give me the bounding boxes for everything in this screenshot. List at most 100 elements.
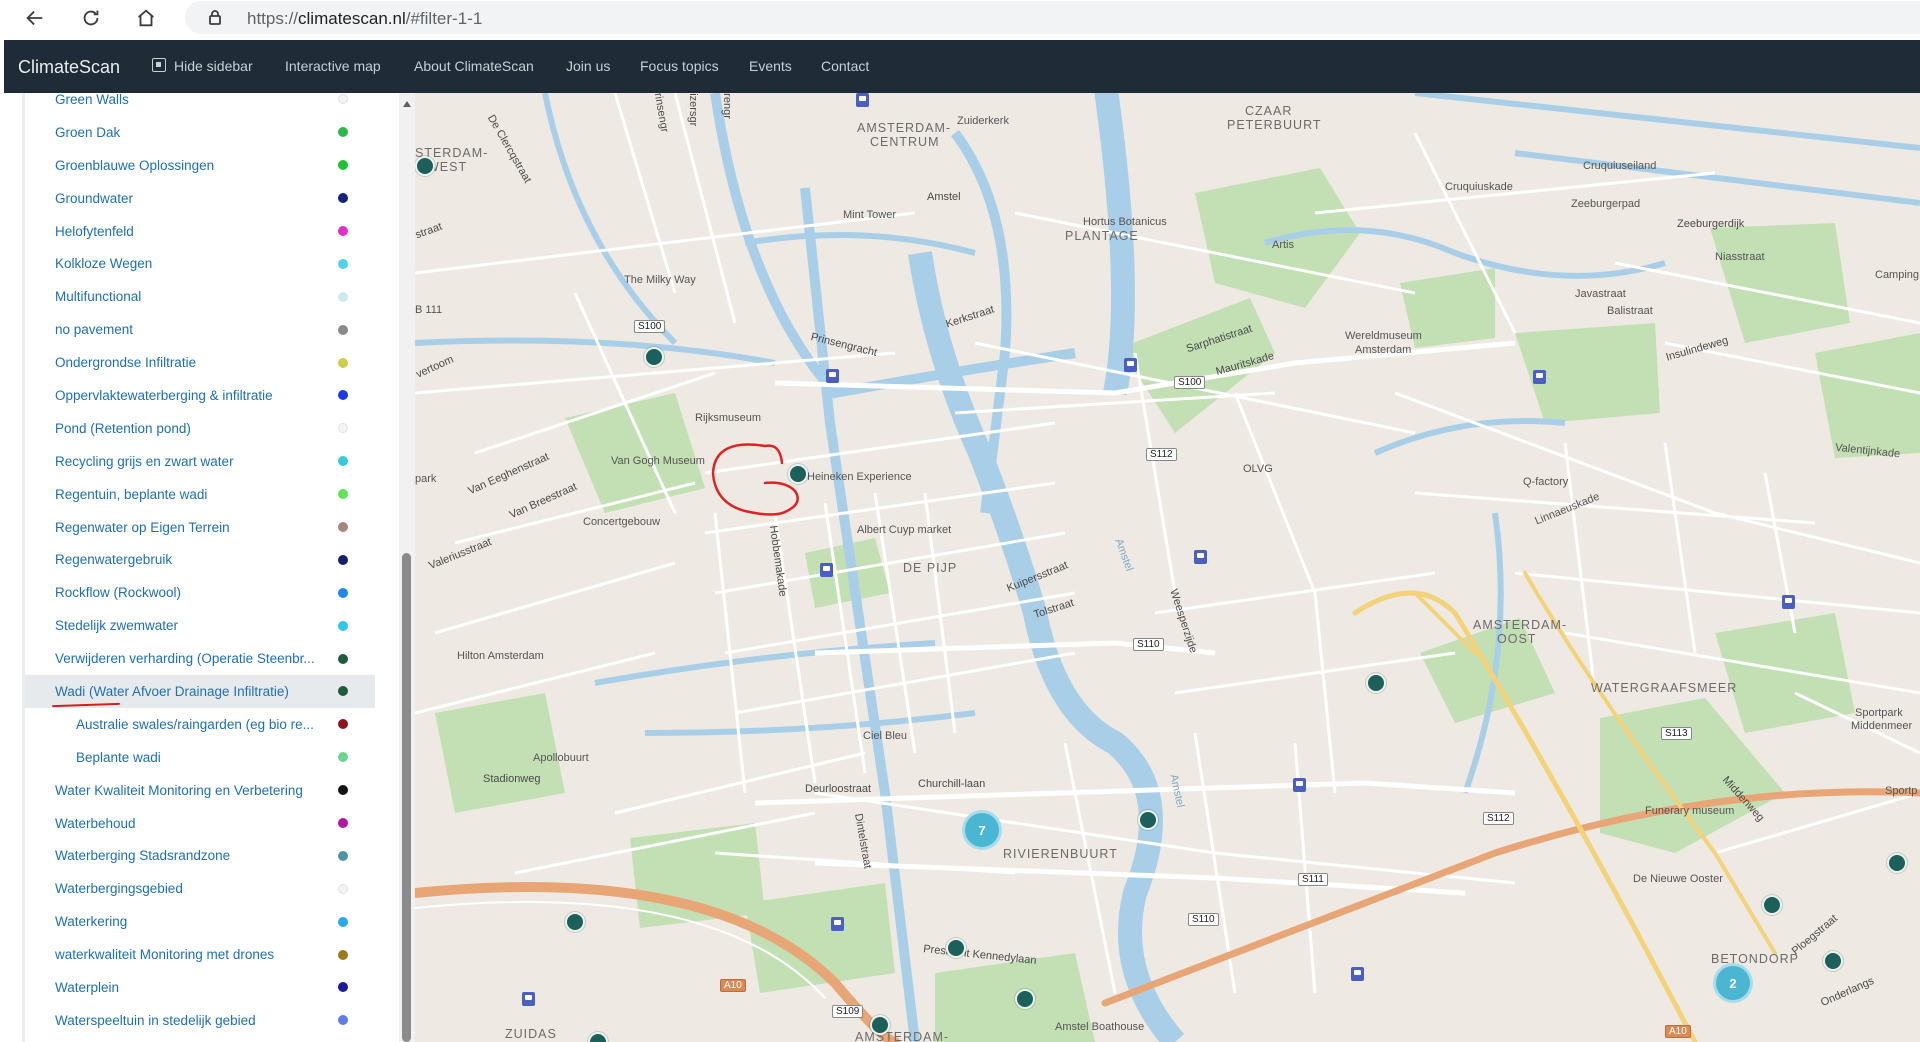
filter-item[interactable]: Ondergrondse Infiltratie: [25, 346, 375, 379]
filter-subitem[interactable]: Beplante wadi: [25, 741, 375, 774]
label-apollobuurt: Apollobuurt: [533, 752, 589, 764]
filter-item[interactable]: Multifunctional: [25, 280, 375, 313]
filter-item[interactable]: Regentuin, beplante wadi: [25, 478, 375, 511]
category-color-dot: [338, 653, 348, 664]
road-s112-b: S112: [1483, 812, 1514, 825]
filter-item-label: Regenwater op Eigen Terrein: [55, 519, 230, 535]
category-color-dot: [338, 982, 348, 993]
category-color-dot: [338, 456, 348, 467]
map-base: [415, 93, 1920, 1042]
label-niasstraat: Niasstraat: [1715, 251, 1765, 263]
map-marker[interactable]: [1366, 673, 1386, 693]
filter-item[interactable]: Waterkering: [25, 905, 375, 938]
scroll-up-icon[interactable]: [403, 101, 411, 107]
browser-toolbar: https://climatescan.nl/#filter-1-1: [0, 0, 1920, 36]
category-color-dot: [338, 883, 348, 894]
road-s110-a: S110: [1133, 638, 1164, 651]
map-marker[interactable]: [644, 347, 664, 367]
sidebar-scrollbar[interactable]: [399, 93, 415, 1042]
filter-item[interactable]: Groen Dak: [25, 116, 375, 149]
filter-item[interactable]: Groundwater: [25, 182, 375, 215]
back-button[interactable]: [20, 3, 50, 33]
nav-interactive-map[interactable]: Interactive map: [285, 58, 381, 74]
road-s109: S109: [832, 1005, 864, 1018]
label-zuidas: ZUIDAS: [505, 1027, 557, 1041]
filter-item[interactable]: Groenblauwe Oplossingen: [25, 149, 375, 182]
marker-cluster[interactable]: 7: [962, 810, 1002, 850]
nav-hide-sidebar[interactable]: Hide sidebar: [174, 58, 253, 74]
filter-item[interactable]: Water Kwaliteit Monitoring en Verbeterin…: [25, 774, 375, 807]
interactive-map[interactable]: AMSTERDAM- CENTRUM STERDAM- WEST CZAAR P…: [415, 93, 1920, 1042]
filter-item[interactable]: Waterberging Stadsrandzone: [25, 839, 375, 872]
nav-focus-topics[interactable]: Focus topics: [640, 58, 719, 74]
transit-icon: [522, 992, 535, 1006]
category-color-dot: [338, 390, 348, 401]
category-color-dot: [338, 226, 348, 236]
filter-item[interactable]: Waterspeeltuin in stedelijk gebied: [25, 1004, 375, 1037]
filter-item-label: Regentuin, beplante wadi: [55, 486, 208, 502]
map-marker[interactable]: [870, 1015, 890, 1035]
filter-item[interactable]: Kolkloze Wegen: [25, 247, 375, 280]
filter-item[interactable]: Regenwater op Eigen Terrein: [25, 511, 375, 544]
filter-item-label: Groenblauwe Oplossingen: [55, 157, 215, 173]
filter-item[interactable]: Rockflow (Rockwool): [25, 576, 375, 609]
lock-icon: [207, 9, 223, 25]
label-b111: B 111: [415, 304, 443, 316]
filter-item[interactable]: Waterbergingsgebied: [25, 872, 375, 905]
map-marker[interactable]: [1015, 989, 1035, 1009]
label-cruquiuseiland: Cruquiuseiland: [1583, 160, 1657, 172]
map-marker[interactable]: [946, 938, 966, 958]
filter-item[interactable]: Verwijderen verharding (Operatie Steenbr…: [25, 642, 375, 675]
category-color-dot: [338, 554, 348, 565]
filter-item-label: Regenwatergebruik: [55, 552, 173, 568]
filter-subitem[interactable]: Australie swales/raingarden (eg bio re..…: [25, 708, 375, 741]
label-rijksmuseum: Rijksmuseum: [695, 412, 762, 424]
filter-item[interactable]: Green Walls: [25, 93, 375, 116]
home-button[interactable]: [131, 3, 161, 33]
scroll-thumb[interactable]: [402, 553, 411, 1042]
filter-item[interactable]: Oppervlaktewaterberging & infiltratie: [25, 379, 375, 412]
filter-item-label: Australie swales/raingarden (eg bio re..…: [76, 716, 314, 732]
nav-about[interactable]: About ClimateScan: [414, 58, 534, 74]
filter-item[interactable]: Helofytenfeld: [25, 215, 375, 248]
filter-item[interactable]: Regenwatergebruik: [25, 543, 375, 576]
filter-item-label: Waterplein: [55, 979, 120, 995]
filter-item-label: waterkwaliteit Monitoring met drones: [55, 947, 275, 963]
marker-cluster[interactable]: 2: [1713, 963, 1753, 1003]
label-amsterdam-centrum: AMSTERDAM-: [857, 121, 952, 135]
brand-logo[interactable]: ClimateScan: [18, 57, 120, 78]
filter-item-label: Water Kwaliteit Monitoring en Verbeterin…: [55, 782, 303, 798]
nav-join-us[interactable]: Join us: [566, 58, 610, 74]
map-marker[interactable]: [1138, 810, 1158, 830]
map-marker-highlighted[interactable]: [788, 464, 808, 484]
label-hortus: Hortus Botanicus: [1083, 216, 1167, 228]
filter-item[interactable]: Waterbehoud: [25, 807, 375, 840]
map-marker[interactable]: [1887, 853, 1907, 873]
map-marker[interactable]: [1823, 951, 1843, 971]
filter-item[interactable]: Wadi (Water Afvoer Drainage Infiltratie): [25, 675, 375, 708]
transit-icon: [1533, 370, 1546, 384]
map-marker[interactable]: [565, 912, 585, 932]
nav-contact[interactable]: Contact: [821, 58, 869, 74]
filter-item[interactable]: no pavement: [25, 313, 375, 346]
filter-item[interactable]: waterkwaliteit Monitoring met drones: [25, 938, 375, 971]
map-marker[interactable]: [1762, 895, 1782, 915]
label-amstel-boathouse: Amstel Boathouse: [1055, 1021, 1145, 1033]
reload-button[interactable]: [76, 3, 106, 33]
filter-item-label: Waterspeeltuin in stedelijk gebied: [55, 1012, 256, 1028]
transit-icon: [1124, 358, 1137, 372]
filter-item[interactable]: Stedelijk zwemwater: [25, 609, 375, 642]
category-color-dot: [338, 587, 348, 598]
label-sportpark: Sportpark: [1855, 707, 1903, 719]
hide-sidebar-icon[interactable]: [152, 58, 166, 72]
arrow-left-icon: [26, 10, 43, 26]
app-navbar: ClimateScan Hide sidebar Interactive map…: [4, 40, 1920, 93]
filter-item-label: Multifunctional: [55, 289, 142, 305]
map-marker[interactable]: [415, 156, 435, 176]
filter-item[interactable]: Pond (Retention pond): [25, 412, 375, 445]
address-bar[interactable]: https://climatescan.nl/#filter-1-1: [185, 1, 1920, 34]
filter-item[interactable]: Recycling grijs en zwart water: [25, 445, 375, 478]
nav-events[interactable]: Events: [749, 58, 792, 74]
filter-item[interactable]: Waterplein: [25, 971, 375, 1004]
label-wereldmuseum: Wereldmuseum: [1345, 330, 1422, 342]
